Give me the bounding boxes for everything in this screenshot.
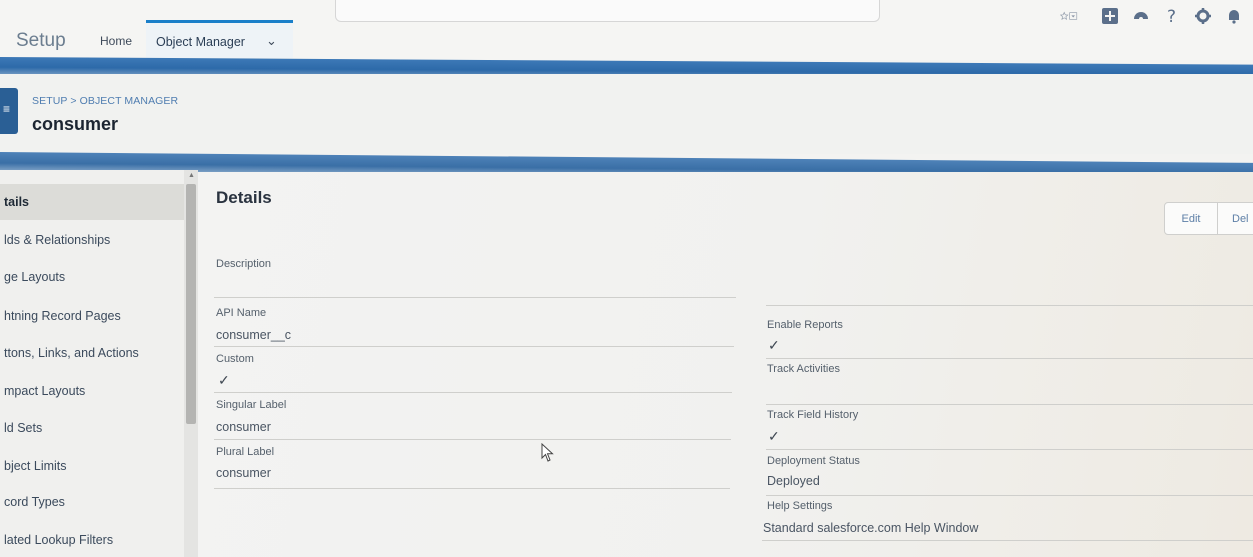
breadcrumb[interactable]: SETUP > OBJECT MANAGER xyxy=(32,95,178,107)
details-heading: Details xyxy=(216,188,272,207)
delete-button[interactable]: Del xyxy=(1218,202,1253,235)
enable-reports-label: Enable Reports xyxy=(767,319,843,331)
object-icon: ≡ xyxy=(0,88,18,134)
header-icon-bar: ? xyxy=(1060,4,1243,28)
right-top-divider xyxy=(766,305,1253,306)
singular-label-value: consumer xyxy=(216,420,271,434)
details-panel xyxy=(198,172,1253,557)
description-divider xyxy=(214,297,736,298)
help-settings-value: Standard salesforce.com Help Window xyxy=(763,521,979,535)
custom-divider xyxy=(214,392,732,393)
help-icon[interactable]: ? xyxy=(1163,7,1181,25)
track-field-history-check-icon: ✓ xyxy=(768,428,780,444)
singular-label-divider xyxy=(214,439,731,440)
mouse-cursor-icon xyxy=(541,442,555,468)
details-action-buttons: Edit Del xyxy=(1164,202,1253,235)
plural-label-label: Plural Label xyxy=(216,446,275,458)
sidebar-scroll-thumb[interactable] xyxy=(186,184,196,424)
nav-object-manager-label: Object Manager xyxy=(156,35,245,49)
deployment-status-label: Deployment Status xyxy=(767,455,860,467)
custom-check-icon: ✓ xyxy=(218,372,230,388)
plural-label-value: consumer xyxy=(216,466,271,480)
track-activities-label: Track Activities xyxy=(767,363,840,375)
nav-home-tab[interactable]: Home xyxy=(100,34,132,48)
track-activities-divider xyxy=(766,404,1253,405)
sidebar-item-related-lookup-filters[interactable]: lated Lookup Filters xyxy=(0,522,184,557)
description-label: Description xyxy=(216,258,272,270)
nav-object-manager-tab[interactable]: Object Manager ⌄ xyxy=(146,20,293,58)
custom-label: Custom xyxy=(216,353,254,365)
sidebar-item-details[interactable]: tails xyxy=(0,184,184,220)
plural-label-divider xyxy=(214,488,730,489)
edit-button[interactable]: Edit xyxy=(1164,202,1218,235)
sidebar-item-object-limits[interactable]: bject Limits xyxy=(0,448,184,484)
enable-reports-divider xyxy=(766,358,1253,359)
sidebar-item-buttons-links-actions[interactable]: ttons, Links, and Actions xyxy=(0,335,184,371)
api-name-label: API Name xyxy=(216,307,267,319)
enable-reports-check-icon: ✓ xyxy=(768,337,780,353)
add-icon[interactable] xyxy=(1101,7,1119,25)
track-field-history-divider xyxy=(766,449,1253,450)
gear-icon[interactable] xyxy=(1194,7,1212,25)
help-settings-divider xyxy=(762,540,1253,541)
track-field-history-label: Track Field History xyxy=(767,409,859,421)
scroll-up-icon[interactable]: ▲ xyxy=(188,172,195,179)
notifications-icon[interactable] xyxy=(1225,7,1243,25)
page-title: consumer xyxy=(32,114,119,134)
deployment-status-divider xyxy=(766,495,1253,496)
object-manager-sidebar: tails lds & Relationships ge Layouts htn… xyxy=(0,170,198,557)
app-name: Setup xyxy=(16,30,66,51)
api-name-value: consumer__c xyxy=(216,328,292,342)
api-name-divider xyxy=(214,346,734,347)
page-header xyxy=(0,74,1253,154)
sidebar-item-record-types[interactable]: cord Types xyxy=(0,484,184,520)
help-settings-label: Help Settings xyxy=(767,500,833,512)
trailhead-icon[interactable] xyxy=(1132,7,1150,25)
singular-label-label: Singular Label xyxy=(216,399,287,411)
deployment-status-value: Deployed xyxy=(767,474,820,488)
sidebar-item-page-layouts[interactable]: ge Layouts xyxy=(0,259,184,295)
global-search-input[interactable] xyxy=(335,0,880,22)
svg-text:?: ? xyxy=(1167,7,1176,25)
sidebar-item-fields-relationships[interactable]: lds & Relationships xyxy=(0,222,184,258)
chevron-down-icon[interactable]: ⌄ xyxy=(266,33,277,49)
favorites-icon[interactable] xyxy=(1060,7,1078,25)
sidebar-item-field-sets[interactable]: ld Sets xyxy=(0,410,184,446)
sidebar-item-compact-layouts[interactable]: mpact Layouts xyxy=(0,373,184,409)
sidebar-item-lightning-record-pages[interactable]: htning Record Pages xyxy=(0,298,184,334)
